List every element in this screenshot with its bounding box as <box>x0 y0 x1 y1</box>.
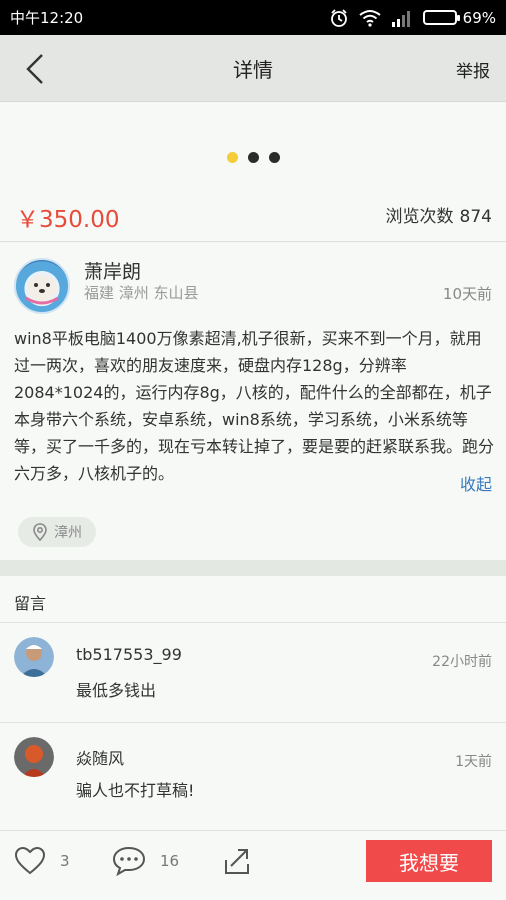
commenter-name[interactable]: 焱随风 <box>76 745 124 769</box>
comments-section: 留言 tb517553_99 22小时前 最低多钱出 焱随风 1天前 骗人也不打… <box>0 576 506 830</box>
signal-icon <box>391 10 410 27</box>
collapse-link[interactable]: 收起 <box>460 471 492 495</box>
price-row: ￥350.00 浏览次数 874 <box>0 192 506 242</box>
comment-text: 骗人也不打草稿! <box>76 781 195 800</box>
status-time: 中午12:20 <box>10 9 84 27</box>
commenter-avatar[interactable] <box>14 737 54 777</box>
seller-name[interactable]: 萧岸朗 <box>84 257 141 284</box>
comment-text: 最低多钱出 <box>76 681 157 700</box>
comment-item[interactable]: 焱随风 1天前 骗人也不打草稿! <box>0 723 506 821</box>
seal-mascot-icon <box>25 275 59 305</box>
view-count-value: 874 <box>459 207 492 227</box>
battery-percent: 69% <box>462 8 496 27</box>
commenter-avatar[interactable] <box>14 637 54 677</box>
price: ￥350.00 <box>16 207 120 233</box>
commenter-name[interactable]: tb517553_99 <box>76 645 182 664</box>
seller-section: 萧岸朗 福建 漳州 东山县 10天前 win8平板电脑1400万像素超清,机子很… <box>0 243 506 560</box>
status-icons: 69% <box>329 8 496 28</box>
nav-bar: 详情 举报 <box>0 35 506 102</box>
want-button[interactable]: 我想要 <box>366 840 492 882</box>
carousel-dot[interactable] <box>247 152 259 163</box>
location-tag[interactable]: 漳州 <box>18 517 96 547</box>
carousel-dot[interactable] <box>226 152 238 163</box>
alarm-icon <box>330 8 347 27</box>
comment-bubble-icon <box>112 846 146 876</box>
back-arrow-icon[interactable] <box>20 51 50 87</box>
report-button[interactable]: 举报 <box>456 57 490 82</box>
comment-time: 22小时前 <box>432 654 492 670</box>
like-count: 3 <box>60 852 70 870</box>
heart-icon <box>14 846 46 875</box>
battery-icon <box>422 10 460 25</box>
seller-location: 福建 漳州 东山县 <box>84 284 199 302</box>
comment-item[interactable]: tb517553_99 22小时前 最低多钱出 <box>0 623 506 721</box>
location-pin-icon <box>33 523 47 541</box>
view-count-label: 浏览次数 <box>385 207 454 227</box>
like-button[interactable]: 3 <box>14 846 70 876</box>
item-description: win8平板电脑1400万像素超清,机子很新，买来不到一个月，就用过一两次，喜欢… <box>14 329 495 483</box>
seller-avatar[interactable] <box>14 258 70 314</box>
comment-count: 16 <box>160 852 180 870</box>
share-icon <box>225 849 249 874</box>
view-count: 浏览次数 874 <box>386 202 492 227</box>
location-tag-label: 漳州 <box>54 525 82 541</box>
posted-time: 10天前 <box>442 285 492 303</box>
carousel-dot[interactable] <box>268 152 280 163</box>
comment-time: 1天前 <box>455 754 492 770</box>
share-button[interactable] <box>222 846 252 876</box>
wifi-icon <box>359 9 381 27</box>
comments-heading: 留言 <box>14 594 47 613</box>
comment-button[interactable]: 16 <box>112 846 179 876</box>
section-divider <box>0 560 506 576</box>
image-carousel[interactable] <box>0 102 506 192</box>
battery-indicator: 69% <box>422 8 496 27</box>
bottom-action-bar: 3 16 我想要 <box>0 830 506 900</box>
page-title: 详情 <box>233 57 273 82</box>
status-bar: 中午12:20 69% <box>0 0 506 35</box>
carousel-dots <box>0 152 506 163</box>
